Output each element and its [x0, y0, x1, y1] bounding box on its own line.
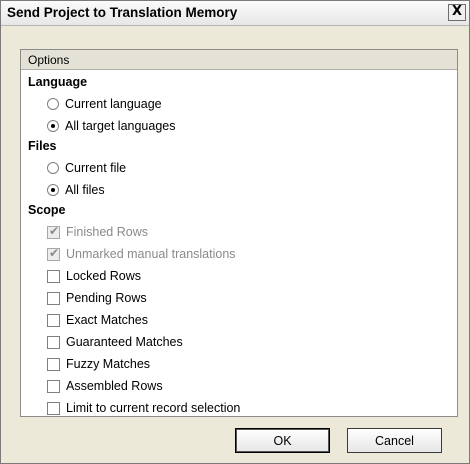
radio-all-files-label: All files — [65, 183, 105, 197]
checkbox-limit-to-current-record-selection[interactable]: Limit to current record selection — [47, 399, 240, 417]
radio-all-target-languages-control[interactable] — [47, 120, 59, 132]
checkbox-locked-rows-control[interactable] — [47, 269, 60, 283]
radio-current-file-label: Current file — [65, 161, 127, 175]
checkbox-finished-rows-control[interactable]: ✔ — [47, 223, 60, 239]
dialog-title: Send Project to Translation Memory — [7, 5, 238, 20]
radio-current-language[interactable]: Current language — [47, 95, 162, 113]
ok-button[interactable]: OK — [235, 428, 330, 453]
checkbox-finished-rows-label: Finished Rows — [66, 225, 148, 239]
checkbox-guaranteed-matches[interactable]: Guaranteed Matches — [47, 333, 183, 351]
checkbox-pending-rows-control[interactable] — [47, 291, 60, 305]
checkbox-exact-matches-control[interactable] — [47, 313, 60, 327]
checkbox-fuzzy-matches-control[interactable] — [47, 357, 60, 371]
files-heading: Files — [28, 139, 57, 153]
checkbox-pending-rows[interactable]: Pending Rows — [47, 289, 147, 307]
checkbox-pending-rows-label: Pending Rows — [66, 291, 147, 305]
radio-current-file-control[interactable] — [47, 162, 59, 174]
radio-all-target-languages-label: All target languages — [65, 119, 176, 133]
checkbox-guaranteed-matches-control[interactable] — [47, 335, 60, 349]
language-heading: Language — [28, 75, 88, 89]
scope-heading: Scope — [28, 203, 66, 217]
checkbox-assembled-rows[interactable]: Assembled Rows — [47, 377, 163, 395]
checkbox-locked-rows[interactable]: Locked Rows — [47, 267, 141, 285]
options-header-label: Options — [28, 53, 70, 67]
checkbox-guaranteed-matches-label: Guaranteed Matches — [66, 335, 183, 349]
options-panel: Options Language Current language All ta… — [20, 49, 458, 417]
radio-current-file[interactable]: Current file — [47, 159, 126, 177]
close-button[interactable]: X — [448, 4, 466, 21]
dialog-window: Send Project to Translation Memory X Opt… — [0, 0, 470, 464]
checkbox-fuzzy-matches-label: Fuzzy Matches — [66, 357, 151, 371]
checkmark-icon: ✔ — [49, 245, 60, 260]
checkbox-exact-matches[interactable]: Exact Matches — [47, 311, 148, 329]
checkbox-unmarked-manual-translations-control[interactable]: ✔ — [47, 245, 60, 261]
radio-all-target-languages[interactable]: All target languages — [47, 117, 176, 135]
checkbox-limit-to-current-record-selection-control[interactable] — [47, 401, 60, 415]
checkbox-assembled-rows-control[interactable] — [47, 379, 60, 393]
checkbox-unmarked-manual-translations-label: Unmarked manual translations — [66, 247, 236, 261]
options-header: Options — [21, 50, 457, 70]
radio-all-files-control[interactable] — [47, 184, 59, 196]
title-bar: Send Project to Translation Memory X — [1, 1, 469, 26]
checkbox-limit-to-current-record-selection-label: Limit to current record selection — [66, 401, 241, 415]
checkbox-fuzzy-matches[interactable]: Fuzzy Matches — [47, 355, 150, 373]
radio-current-language-control[interactable] — [47, 98, 59, 110]
checkbox-locked-rows-label: Locked Rows — [66, 269, 142, 283]
radio-all-files[interactable]: All files — [47, 181, 105, 199]
cancel-button[interactable]: Cancel — [347, 428, 442, 453]
checkbox-finished-rows[interactable]: ✔ Finished Rows — [47, 223, 148, 241]
checkbox-assembled-rows-label: Assembled Rows — [66, 379, 163, 393]
close-icon: X — [452, 4, 463, 19]
checkmark-icon: ✔ — [49, 223, 60, 238]
radio-current-language-label: Current language — [65, 97, 162, 111]
checkbox-unmarked-manual-translations[interactable]: ✔ Unmarked manual translations — [47, 245, 236, 263]
checkbox-exact-matches-label: Exact Matches — [66, 313, 148, 327]
